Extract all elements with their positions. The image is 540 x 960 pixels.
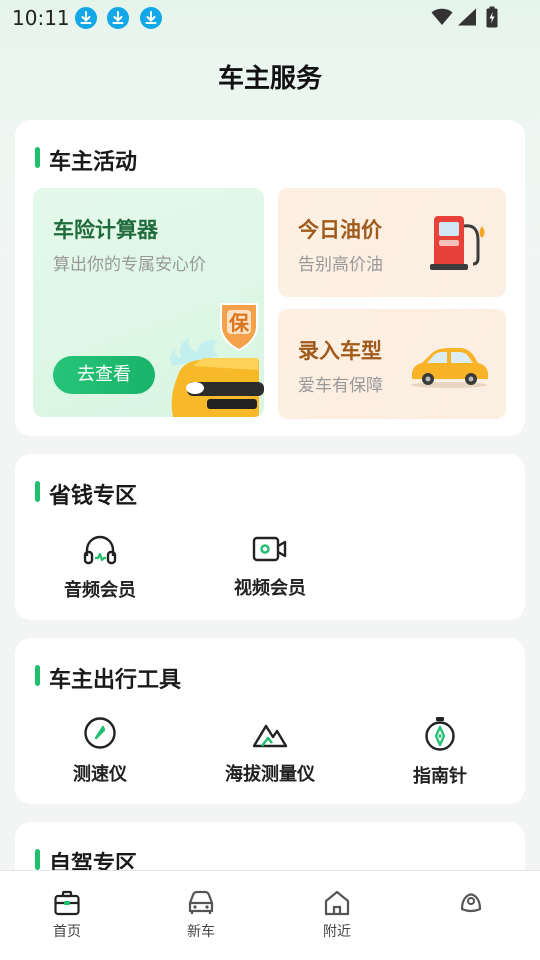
tool-label: 音频会员 — [64, 580, 136, 601]
download-icon — [140, 7, 162, 29]
view-button[interactable]: 去查看 — [53, 356, 155, 394]
tool-label: 测速仪 — [73, 764, 127, 785]
section-accent-bar — [35, 849, 40, 870]
signal-icon — [458, 8, 476, 26]
activity-card: 车主活动 车险计算器 算出你的专属安心价 去查看 保 今日油价 告别高价油 录入… — [15, 120, 525, 436]
insurance-badge-text: 保 — [228, 311, 250, 335]
tile-title: 今日油价 — [298, 218, 382, 242]
nav-profile[interactable] — [421, 889, 521, 921]
download-icon — [107, 7, 129, 29]
video-membership-button[interactable]: 视频会员 — [185, 534, 355, 600]
nav-nearby[interactable]: 附近 — [287, 889, 387, 941]
section-title: 车主活动 — [49, 150, 138, 175]
section-title: 省钱专区 — [49, 484, 138, 509]
profile-icon — [460, 893, 482, 913]
nav-label: 首页 — [53, 924, 81, 940]
section-accent-bar — [35, 665, 40, 686]
mountain-icon — [252, 724, 288, 748]
fuel-pump-illustration — [430, 216, 485, 270]
tool-label: 指南针 — [413, 766, 467, 787]
speedometer-button[interactable]: 测速仪 — [15, 716, 185, 786]
insured-car-illustration: 保 — [170, 303, 264, 417]
section-title: 车主出行工具 — [49, 668, 182, 693]
video-icon — [252, 536, 287, 562]
oil-price-tile[interactable]: 今日油价 告别高价油 — [278, 188, 506, 297]
tile-subtitle: 爱车有保障 — [298, 376, 383, 396]
bottom-nav: 首页 新车 附近 — [0, 870, 540, 960]
car-model-tile[interactable]: 录入车型 爱车有保障 — [278, 309, 506, 419]
car-icon — [188, 890, 214, 914]
nav-home[interactable]: 首页 — [17, 889, 117, 941]
yellow-car-illustration — [411, 348, 488, 388]
tile-subtitle: 算出你的专属安心价 — [53, 255, 206, 275]
tile-title: 录入车型 — [298, 339, 382, 363]
tile-subtitle: 告别高价油 — [298, 255, 383, 275]
battery-icon — [486, 6, 498, 28]
savings-card: 省钱专区 音频会员 视频会员 — [15, 454, 525, 620]
wifi-icon — [431, 8, 453, 26]
page-title: 车主服务 — [217, 64, 322, 94]
briefcase-icon — [54, 890, 80, 916]
section-accent-bar — [35, 481, 40, 502]
altimeter-button[interactable]: 海拔测量仪 — [185, 716, 355, 786]
travel-tools-card: 车主出行工具 测速仪 海拔测量仪 指南针 — [15, 638, 525, 804]
headphones-icon — [83, 535, 117, 565]
nav-new-car[interactable]: 新车 — [151, 889, 251, 941]
compass-button[interactable]: 指南针 — [355, 716, 525, 788]
status-time: 10:11 — [12, 6, 70, 30]
download-icon — [75, 7, 97, 29]
speedometer-icon — [84, 717, 116, 749]
tile-title: 车险计算器 — [53, 218, 158, 242]
audio-membership-button[interactable]: 音频会员 — [15, 534, 185, 602]
tool-label: 视频会员 — [234, 578, 306, 599]
section-accent-bar — [35, 147, 40, 168]
nav-label: 附近 — [323, 924, 351, 940]
nav-label: 新车 — [187, 924, 215, 940]
home-icon — [324, 890, 350, 916]
compass-icon — [425, 717, 455, 751]
tool-label: 海拔测量仪 — [225, 764, 315, 785]
status-bar: 10:11 — [0, 0, 540, 38]
insurance-calculator-tile[interactable]: 车险计算器 算出你的专属安心价 去查看 保 — [33, 188, 264, 417]
